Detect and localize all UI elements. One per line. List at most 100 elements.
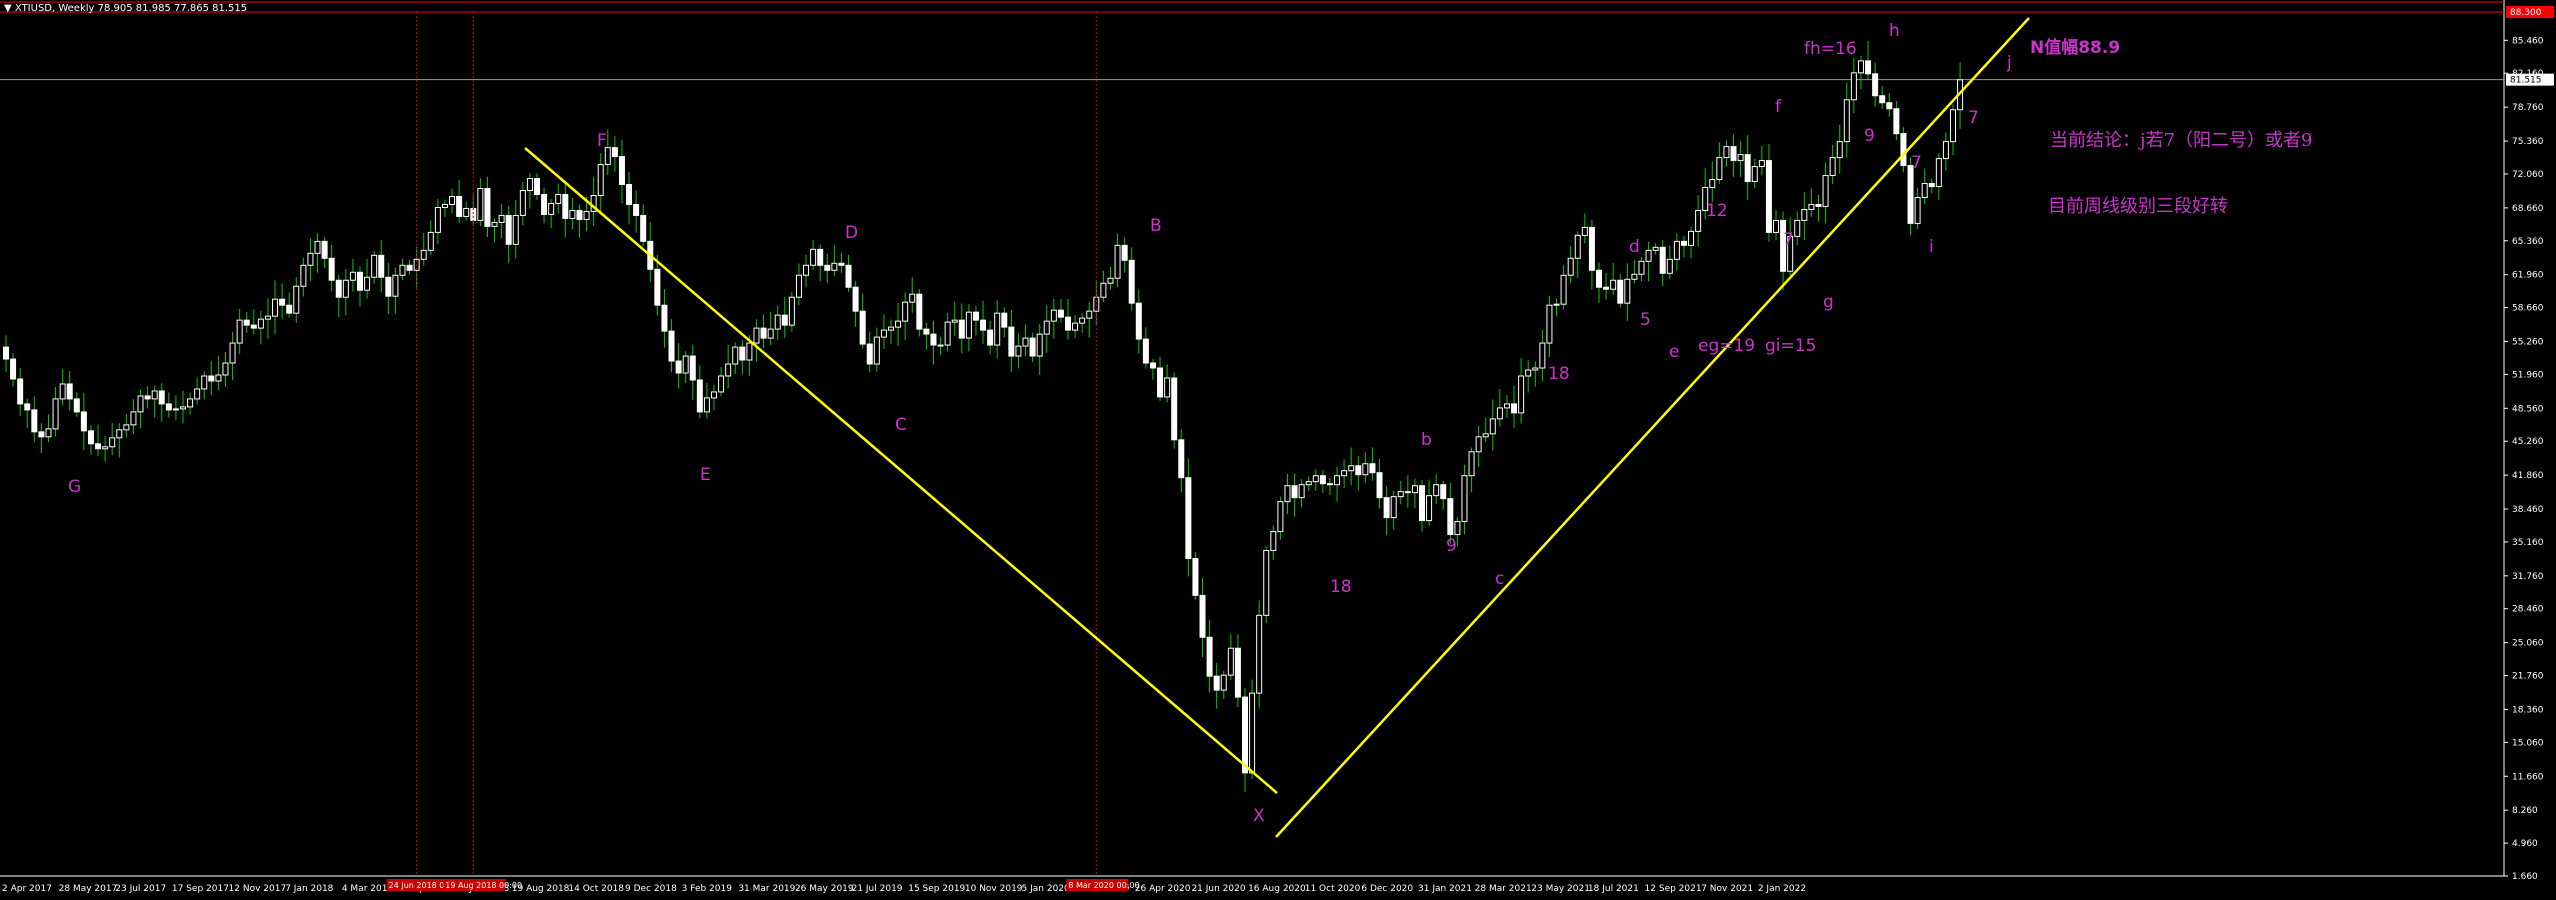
candle-bear xyxy=(1900,133,1907,167)
wave-label: d xyxy=(1629,237,1640,257)
candle-bear xyxy=(406,264,413,271)
candle-bear xyxy=(817,248,824,266)
wave-label: 9 xyxy=(1446,536,1457,556)
candle-bull xyxy=(1673,240,1680,260)
candle-bull xyxy=(1164,377,1171,398)
candle-bear xyxy=(852,286,859,312)
date-tick-label: 31 Mar 2019 xyxy=(738,884,795,894)
candle-bull xyxy=(491,221,498,227)
candle-bull xyxy=(909,293,916,303)
wave-label: 7 xyxy=(1783,230,1794,250)
candle-bear xyxy=(1617,279,1624,304)
candle-bull xyxy=(1482,433,1489,438)
candle-bull xyxy=(1574,234,1581,259)
candle-bear xyxy=(1001,312,1008,328)
candle-bull xyxy=(1305,481,1312,486)
candle-bull xyxy=(1022,337,1029,347)
date-tick-label: 2 Jan 2022 xyxy=(1758,884,1806,894)
candle-bull xyxy=(172,408,179,411)
candle-bull xyxy=(597,164,604,196)
candle-bull xyxy=(1801,208,1808,221)
candle-bear xyxy=(1142,338,1149,364)
candle-bull xyxy=(1518,375,1525,414)
price-tick-label: 65.360 xyxy=(2512,237,2544,247)
candle-bear xyxy=(781,314,788,326)
candle-bear xyxy=(541,193,548,215)
candle-bull xyxy=(109,437,116,448)
candle-bull xyxy=(555,193,562,204)
candle-bear xyxy=(484,188,491,227)
candle-bull xyxy=(1079,317,1086,324)
candle-bear xyxy=(534,178,540,195)
candle-bull xyxy=(1312,475,1319,483)
candle-bear xyxy=(824,264,831,271)
wave-label: 5 xyxy=(1640,310,1651,330)
candle-bear xyxy=(838,262,845,266)
date-tick-label: 7 Jan 2018 xyxy=(285,884,333,894)
candle-bull xyxy=(1843,99,1850,143)
price-tick-label: 72.060 xyxy=(2512,170,2544,180)
candle-bear xyxy=(958,319,965,339)
date-tick-label: 17 Sep 2017 xyxy=(172,884,229,894)
candle-bull xyxy=(526,178,533,192)
current-price-label: 81.515 xyxy=(2510,76,2542,86)
price-tick-label: 25.060 xyxy=(2512,639,2544,649)
candle-bear xyxy=(1419,485,1425,522)
candle-bear xyxy=(1199,594,1206,638)
wave-label: c xyxy=(1495,569,1504,589)
candle-bear xyxy=(73,398,80,413)
candle-bear xyxy=(1128,259,1135,304)
price-tick-label: 38.460 xyxy=(2512,505,2544,515)
candle-bull xyxy=(1553,303,1560,306)
candle-bull xyxy=(1220,674,1227,691)
candle-bear xyxy=(1157,367,1164,398)
candle-bear xyxy=(916,293,923,330)
candle-bull xyxy=(229,342,236,364)
candle-bull xyxy=(1468,451,1475,477)
candle-bull xyxy=(130,411,137,426)
date-tick-label: 26 Apr 2020 xyxy=(1135,884,1191,894)
wave-label: F xyxy=(597,131,607,151)
price-tick-label: 85.460 xyxy=(2512,36,2544,46)
candle-bear xyxy=(95,443,102,450)
candle-bull xyxy=(45,428,52,438)
candle-bull xyxy=(1461,475,1468,523)
candle-bull xyxy=(880,329,887,338)
candle-bull xyxy=(1652,246,1659,251)
candle-bear xyxy=(1213,675,1220,691)
candle-bull xyxy=(498,214,505,223)
candle-bull xyxy=(512,214,519,245)
candle-bull xyxy=(1426,495,1433,522)
chart-menu-icon[interactable]: ▼ xyxy=(4,3,12,14)
candle-bear xyxy=(1928,183,1935,188)
price-tick-label: 8.260 xyxy=(2512,806,2538,816)
candle-bear xyxy=(505,214,512,245)
price-tick-label: 15.060 xyxy=(2512,738,2544,748)
price-tick-label: 51.960 xyxy=(2512,370,2544,380)
candle-bull xyxy=(937,344,944,347)
candle-bear xyxy=(335,279,342,298)
candle-bull xyxy=(1695,209,1702,232)
candle-bear xyxy=(38,431,45,438)
candle-bull xyxy=(349,271,356,281)
candle-bear xyxy=(1234,647,1241,698)
date-tick-label: 21 Jul 2019 xyxy=(852,884,903,894)
candle-bull xyxy=(1284,485,1291,503)
candle-bear xyxy=(696,379,703,413)
candle-bull xyxy=(1227,647,1234,676)
candle-bull xyxy=(342,279,349,298)
candle-bull xyxy=(1638,260,1645,275)
candle-bull xyxy=(1822,175,1829,207)
date-tick-label: 16 Aug 2020 xyxy=(1248,884,1306,894)
wave-label: E xyxy=(700,465,711,485)
candle-bull xyxy=(477,188,484,221)
candle-bull xyxy=(364,276,371,291)
candle-bull xyxy=(732,346,739,365)
candle-bull xyxy=(1072,322,1079,331)
candle-bull xyxy=(257,318,264,329)
candle-bull xyxy=(1709,179,1716,189)
candle-bear xyxy=(1376,472,1383,499)
candle-bull xyxy=(449,195,456,205)
candle-bear xyxy=(1178,439,1185,479)
candle-bear xyxy=(279,298,286,306)
